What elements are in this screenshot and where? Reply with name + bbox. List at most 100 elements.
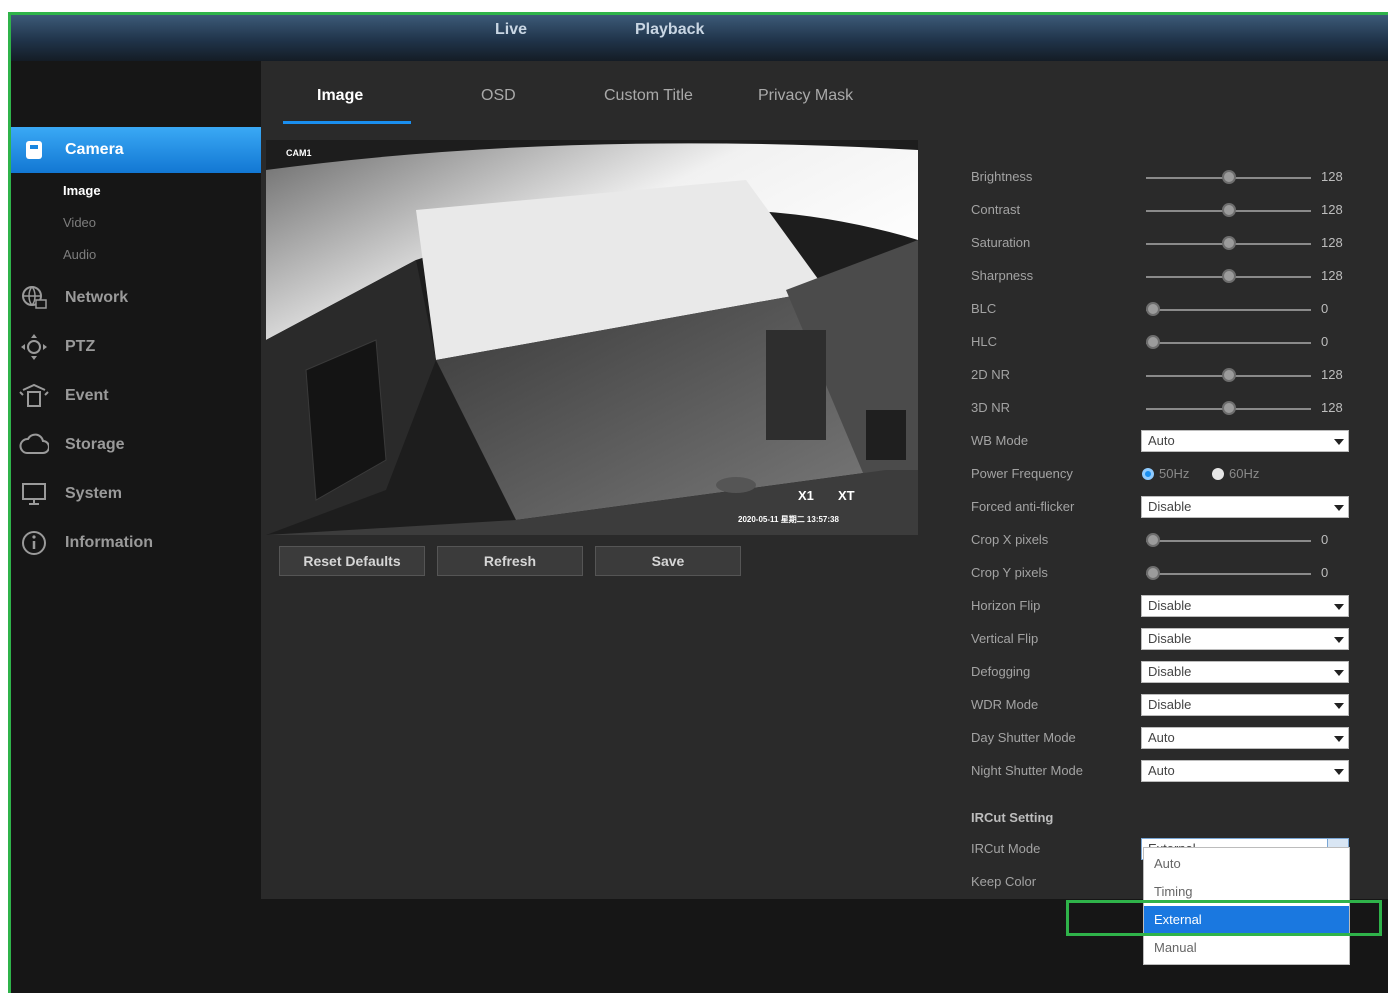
sub-item-audio[interactable]: Audio <box>63 247 96 262</box>
sharpness-slider-knob[interactable] <box>1221 269 1236 283</box>
nr2d-slider-knob[interactable] <box>1221 368 1236 382</box>
storage-icon <box>19 430 49 460</box>
refresh-button[interactable]: Refresh <box>437 546 583 576</box>
crop-x-row: Crop X pixels 0 <box>971 529 1361 553</box>
active-tab-indicator <box>283 121 411 124</box>
contrast-slider-knob[interactable] <box>1221 203 1236 217</box>
chevron-down-icon <box>1334 637 1344 643</box>
wdr-mode-row: WDR Mode Disable <box>971 694 1361 718</box>
brightness-slider-knob[interactable] <box>1221 170 1236 184</box>
sidebar-item-event[interactable]: Event <box>11 373 261 419</box>
radio-50hz[interactable] <box>1142 468 1154 480</box>
chevron-down-icon <box>1334 670 1344 676</box>
crop-y-slider-knob[interactable] <box>1146 566 1160 580</box>
night-shutter-mode-value: Auto <box>1148 763 1175 778</box>
dropdown-option-manual[interactable]: Manual <box>1144 934 1349 962</box>
nr3d-label: 3D NR <box>971 400 1011 415</box>
live-preview[interactable]: CAM1 X1 XT 2020-05-11 星期二 13:57:38 <box>266 140 918 535</box>
system-icon <box>19 479 49 509</box>
day-shutter-mode-row: Day Shutter Mode Auto <box>971 727 1361 751</box>
chevron-down-icon <box>1334 736 1344 742</box>
forced-anti-flicker-label: Forced anti-flicker <box>971 499 1075 514</box>
save-button[interactable]: Save <box>595 546 741 576</box>
sidebar-item-information[interactable]: Information <box>11 520 261 566</box>
blc-slider-track[interactable] <box>1146 309 1311 311</box>
annotation-highlight-box <box>1066 900 1382 936</box>
nr3d-slider-knob[interactable] <box>1221 401 1236 415</box>
wb-mode-row: WB Mode Auto <box>971 430 1361 454</box>
crop-y-slider-track[interactable] <box>1146 573 1311 575</box>
saturation-value: 128 <box>1321 235 1343 250</box>
tab-image[interactable]: Image <box>317 87 363 105</box>
dropdown-option-auto[interactable]: Auto <box>1144 850 1349 878</box>
forced-anti-flicker-select[interactable]: Disable <box>1141 496 1349 518</box>
defogging-select[interactable]: Disable <box>1141 661 1349 683</box>
tab-privacy-mask[interactable]: Privacy Mask <box>758 87 853 105</box>
ircut-section-title: IRCut Setting <box>971 810 1054 825</box>
ptz-icon <box>19 332 49 362</box>
saturation-row: Saturation 128 <box>971 232 1361 256</box>
nr3d-row: 3D NR 128 <box>971 397 1361 421</box>
chevron-down-icon <box>1334 439 1344 445</box>
day-shutter-mode-select[interactable]: Auto <box>1141 727 1349 749</box>
hlc-slider-knob[interactable] <box>1146 335 1160 349</box>
forced-anti-flicker-row: Forced anti-flicker Disable <box>971 496 1361 520</box>
wb-mode-label: WB Mode <box>971 433 1029 448</box>
radio-50hz-label: 50Hz <box>1159 466 1190 481</box>
crop-x-slider-knob[interactable] <box>1146 533 1160 547</box>
defogging-row: Defogging Disable <box>971 661 1361 685</box>
app-window: Live Playback Camera Image Video Audio N… <box>8 12 1388 993</box>
sub-item-video[interactable]: Video <box>63 215 96 230</box>
vertical-flip-select[interactable]: Disable <box>1141 628 1349 650</box>
sidebar-item-label: Information <box>65 534 153 551</box>
blc-row: BLC 0 <box>971 298 1361 322</box>
sharpness-label: Sharpness <box>971 268 1034 283</box>
sidebar-item-network[interactable]: Network <box>11 275 261 321</box>
sub-item-image[interactable]: Image <box>63 183 101 198</box>
camera-icon <box>19 135 49 165</box>
information-icon <box>19 528 49 558</box>
chevron-down-icon <box>1334 769 1344 775</box>
sidebar-item-ptz[interactable]: PTZ <box>11 324 261 370</box>
main-panel: Image OSD Custom Title Privacy Mask CAM1… <box>261 61 1388 899</box>
saturation-slider-knob[interactable] <box>1221 236 1236 250</box>
hlc-value: 0 <box>1321 334 1329 349</box>
sidebar-item-system[interactable]: System <box>11 471 261 517</box>
horizon-flip-label: Horizon Flip <box>971 598 1041 613</box>
hlc-slider-track[interactable] <box>1146 342 1311 344</box>
nav-playback[interactable]: Playback <box>635 21 704 39</box>
tab-custom-title[interactable]: Custom Title <box>604 87 693 105</box>
wdr-mode-select[interactable]: Disable <box>1141 694 1349 716</box>
brightness-value: 128 <box>1321 169 1343 184</box>
chevron-down-icon <box>1334 505 1344 511</box>
sidebar-item-camera[interactable]: Camera <box>11 127 273 173</box>
wb-mode-value: Auto <box>1148 433 1175 448</box>
night-shutter-mode-label: Night Shutter Mode <box>971 763 1084 778</box>
tab-osd[interactable]: OSD <box>481 87 516 105</box>
crop-x-slider-track[interactable] <box>1146 540 1311 542</box>
top-navigation-bar: Live Playback <box>11 15 1388 61</box>
nr2d-label: 2D NR <box>971 367 1011 382</box>
power-frequency-row: Power Frequency 50Hz 60Hz <box>971 463 1361 487</box>
nr2d-value: 128 <box>1321 367 1343 382</box>
night-shutter-mode-select[interactable]: Auto <box>1141 760 1349 782</box>
crop-y-label: Crop Y pixels <box>971 565 1048 580</box>
horizon-flip-select[interactable]: Disable <box>1141 595 1349 617</box>
ircut-mode-label: IRCut Mode <box>971 841 1041 856</box>
nr3d-value: 128 <box>1321 400 1343 415</box>
chevron-down-icon <box>1334 604 1344 610</box>
blc-slider-knob[interactable] <box>1146 302 1160 316</box>
osd-timestamp: 2020-05-11 星期二 13:57:38 <box>738 515 839 524</box>
day-shutter-mode-label: Day Shutter Mode <box>971 730 1076 745</box>
nav-live[interactable]: Live <box>495 21 527 39</box>
wb-mode-select[interactable]: Auto <box>1141 430 1349 452</box>
camera-view-image <box>266 140 918 535</box>
sharpness-value: 128 <box>1321 268 1343 283</box>
reset-defaults-button[interactable]: Reset Defaults <box>279 546 425 576</box>
radio-60hz[interactable] <box>1212 468 1224 480</box>
sidebar-item-label: System <box>65 485 122 502</box>
day-shutter-mode-value: Auto <box>1148 730 1175 745</box>
hlc-label: HLC <box>971 334 998 349</box>
sidebar-item-storage[interactable]: Storage <box>11 422 261 468</box>
contrast-row: Contrast 128 <box>971 199 1361 223</box>
